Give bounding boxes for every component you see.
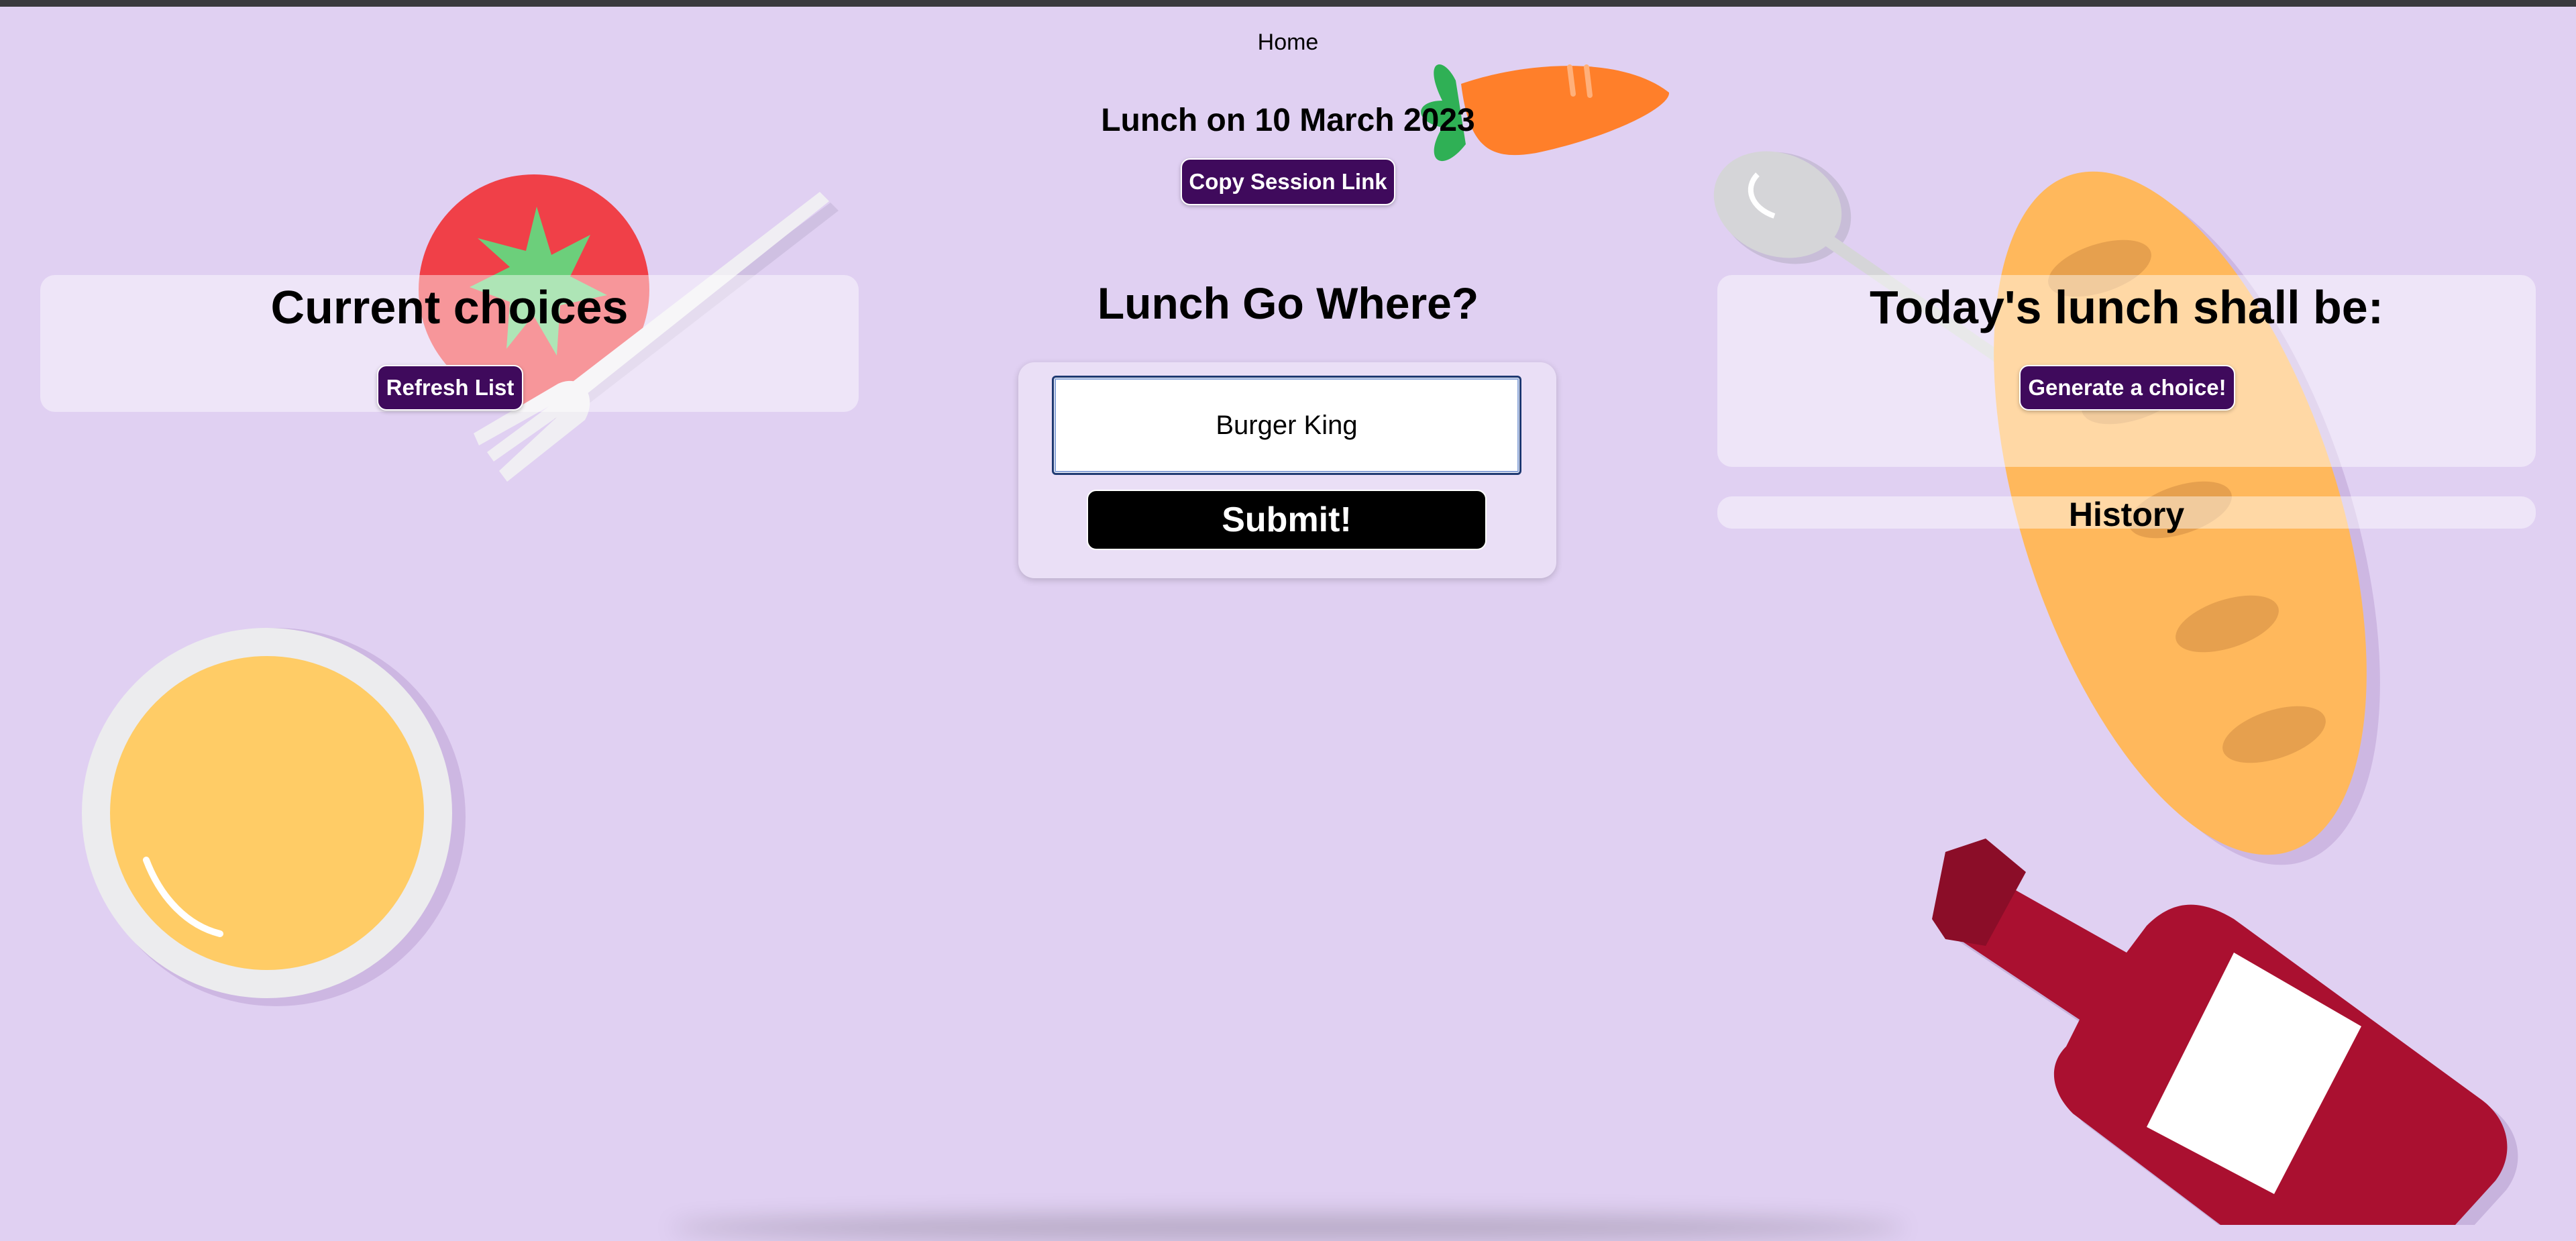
copy-session-link-button[interactable]: Copy Session Link [1181, 158, 1395, 205]
submit-button[interactable]: Submit! [1087, 490, 1487, 550]
bottom-shadow [671, 1214, 1905, 1241]
history-panel: History [1717, 496, 2536, 533]
generate-choice-button[interactable]: Generate a choice! [2019, 365, 2235, 411]
wine-bottle-icon [1932, 839, 2518, 1225]
soup-bowl-icon [82, 628, 466, 1006]
home-link[interactable]: Home [0, 30, 2576, 56]
lunch-option-form: Submit! [1018, 362, 1556, 578]
todays-lunch-title: Today's lunch shall be: [1869, 281, 2384, 333]
history-title: History [2068, 496, 2185, 533]
session-title: Lunch on 10 March 2023 [1101, 103, 1475, 138]
refresh-list-button[interactable]: Refresh List [377, 365, 523, 411]
todays-lunch-panel: Today's lunch shall be: Generate a choic… [1717, 275, 2536, 467]
lunch-option-input[interactable] [1052, 376, 1521, 475]
